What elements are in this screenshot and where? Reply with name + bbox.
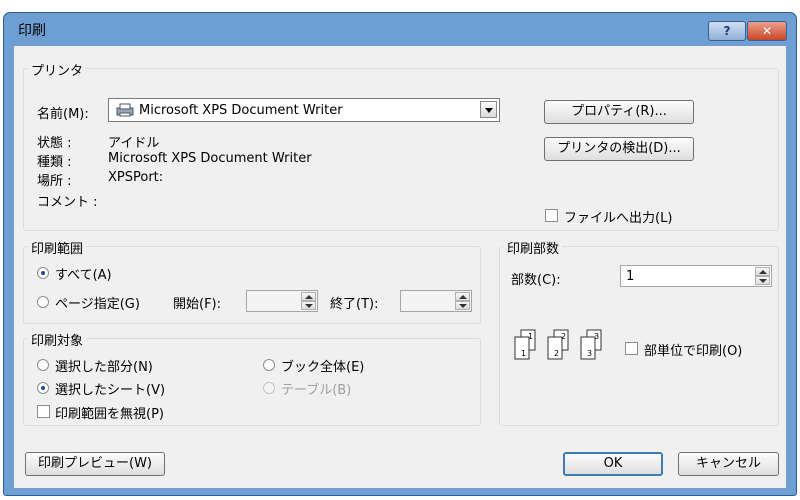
- cancel-button[interactable]: キャンセル: [678, 452, 779, 476]
- active-sheets-label[interactable]: 選択したシート(V): [55, 379, 165, 398]
- table-label: テーブル(B): [281, 383, 352, 398]
- printer-icon: [116, 103, 134, 117]
- collate-label[interactable]: 部単位で印刷(O): [644, 340, 742, 359]
- spin-up-icon[interactable]: [455, 292, 470, 301]
- collate-digit: 1: [528, 332, 533, 341]
- collate-digit: 1: [521, 349, 526, 358]
- copies-count-value[interactable]: 1: [626, 269, 634, 284]
- selection-radio[interactable]: [37, 359, 49, 371]
- spin-up-icon[interactable]: [301, 292, 316, 301]
- range-from-label: 開始(F):: [173, 297, 222, 312]
- range-all-label[interactable]: すべて(A): [55, 264, 112, 283]
- workbook-label[interactable]: ブック全体(E): [281, 356, 364, 375]
- range-pages-label[interactable]: ページ指定(G): [55, 293, 140, 312]
- print-range-group-label: 印刷範囲: [28, 238, 87, 257]
- window-title: 印刷: [18, 23, 46, 39]
- collate-pages-icon: 1 1 2 2 3 3: [514, 329, 602, 360]
- ok-button[interactable]: OK: [563, 452, 663, 476]
- spin-down-icon[interactable]: [455, 301, 470, 310]
- printer-name-label: 名前(M):: [37, 107, 89, 122]
- table-radio: [263, 382, 275, 394]
- range-to-spinner[interactable]: [400, 290, 472, 312]
- help-button[interactable]: ?: [708, 21, 746, 41]
- printer-name-value: Microsoft XPS Document Writer: [139, 103, 343, 118]
- title-bar[interactable]: 印刷 ? ✕: [4, 13, 796, 45]
- print-to-file-label[interactable]: ファイルへ出力(L): [564, 207, 672, 226]
- collate-digit: 3: [587, 349, 592, 358]
- workbook-radio[interactable]: [263, 359, 275, 371]
- collate-checkbox[interactable]: [625, 342, 638, 355]
- range-from-spinner[interactable]: [246, 290, 318, 312]
- print-preview-button[interactable]: 印刷プレビュー(W): [25, 452, 165, 476]
- properties-button[interactable]: プロパティ(R)...: [544, 100, 694, 124]
- range-to-label: 終了(T):: [330, 297, 379, 312]
- printer-group-label: プリンタ: [28, 60, 87, 79]
- collate-digit: 2: [554, 349, 559, 358]
- range-pages-radio[interactable]: [37, 296, 49, 308]
- copies-count-spinner[interactable]: 1: [620, 265, 772, 287]
- comment-label: コメント :: [37, 195, 98, 210]
- print-range-group: [23, 246, 481, 324]
- printer-name-dropdown[interactable]: Microsoft XPS Document Writer: [108, 98, 500, 122]
- selection-label[interactable]: 選択した部分(N): [55, 356, 153, 375]
- spin-up-icon[interactable]: [755, 267, 770, 276]
- range-all-radio[interactable]: [37, 267, 49, 279]
- copies-count-label: 部数(C):: [511, 273, 561, 288]
- copies-group-label: 印刷部数: [504, 238, 563, 257]
- status-value: アイドル: [108, 136, 160, 151]
- close-button[interactable]: ✕: [747, 21, 787, 41]
- find-printer-button[interactable]: プリンタの検出(D)...: [544, 137, 694, 161]
- print-what-group-label: 印刷対象: [28, 330, 87, 349]
- location-value: XPSPort:: [108, 170, 164, 185]
- collate-digit: 2: [561, 332, 566, 341]
- spin-down-icon[interactable]: [755, 276, 770, 285]
- ignore-print-areas-checkbox[interactable]: [37, 405, 50, 418]
- status-label: 状態 :: [37, 136, 72, 151]
- active-sheets-radio[interactable]: [37, 382, 49, 394]
- dropdown-arrow-icon[interactable]: [480, 101, 497, 118]
- spin-down-icon[interactable]: [301, 301, 316, 310]
- dialog-client-area: プリンタ 名前(M): Microsoft XPS Document Write…: [13, 45, 787, 489]
- collate-digit: 3: [594, 332, 599, 341]
- location-label: 場所 :: [37, 174, 72, 189]
- type-value: Microsoft XPS Document Writer: [108, 151, 312, 166]
- ignore-print-areas-label[interactable]: 印刷範囲を無視(P): [55, 403, 164, 422]
- type-label: 種類 :: [37, 155, 72, 170]
- print-to-file-checkbox[interactable]: [545, 209, 558, 222]
- print-dialog-window: 印刷 ? ✕ プリンタ 名前(M): Microsoft XPS Documen…: [3, 12, 797, 496]
